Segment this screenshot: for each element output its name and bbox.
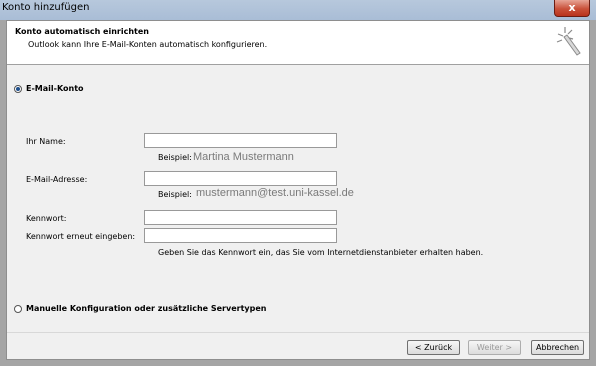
window-title: Konto hinzufügen <box>2 2 90 13</box>
email-input[interactable] <box>144 171 337 186</box>
back-button[interactable]: < Zurück <box>407 340 460 355</box>
email-label: E-Mail-Adresse: <box>26 175 88 184</box>
name-input[interactable] <box>144 133 337 148</box>
close-button[interactable]: x <box>554 0 590 17</box>
cancel-button[interactable]: Abbrechen <box>531 340 584 355</box>
next-button[interactable]: Weiter > <box>468 340 521 355</box>
dialog-window: Konto hinzufügen x Konto automatisch ein… <box>0 0 596 366</box>
password-hint: Geben Sie das Kennwort ein, das Sie vom … <box>158 248 484 257</box>
email-account-radio[interactable] <box>14 85 22 93</box>
password-repeat-input[interactable] <box>144 228 337 243</box>
email-example-value: mustermann@test.uni-kassel.de <box>196 187 354 199</box>
name-label: Ihr Name: <box>26 137 66 146</box>
password-label: Kennwort: <box>26 214 67 223</box>
name-example-value: Martina Mustermann <box>193 151 294 163</box>
header-title: Konto automatisch einrichten <box>15 27 149 36</box>
magic-wand-icon <box>556 27 581 56</box>
email-example-label: Beispiel: <box>158 190 192 199</box>
button-bar-separator <box>7 332 589 333</box>
dialog-header: Konto automatisch einrichten Outlook kan… <box>7 21 589 65</box>
manual-config-label[interactable]: Manuelle Konfiguration oder zusätzliche … <box>26 304 266 313</box>
manual-config-radio[interactable] <box>14 305 22 313</box>
header-subtitle: Outlook kann Ihre E-Mail-Konten automati… <box>28 40 268 49</box>
password-repeat-label: Kennwort erneut eingeben: <box>26 232 136 241</box>
name-example-label: Beispiel: <box>158 153 192 162</box>
email-account-label[interactable]: E-Mail-Konto <box>26 84 84 93</box>
password-input[interactable] <box>144 210 337 225</box>
close-icon: x <box>568 1 576 14</box>
title-bar[interactable]: Konto hinzufügen x <box>0 0 596 20</box>
dialog-body: Konto automatisch einrichten Outlook kan… <box>6 20 590 360</box>
